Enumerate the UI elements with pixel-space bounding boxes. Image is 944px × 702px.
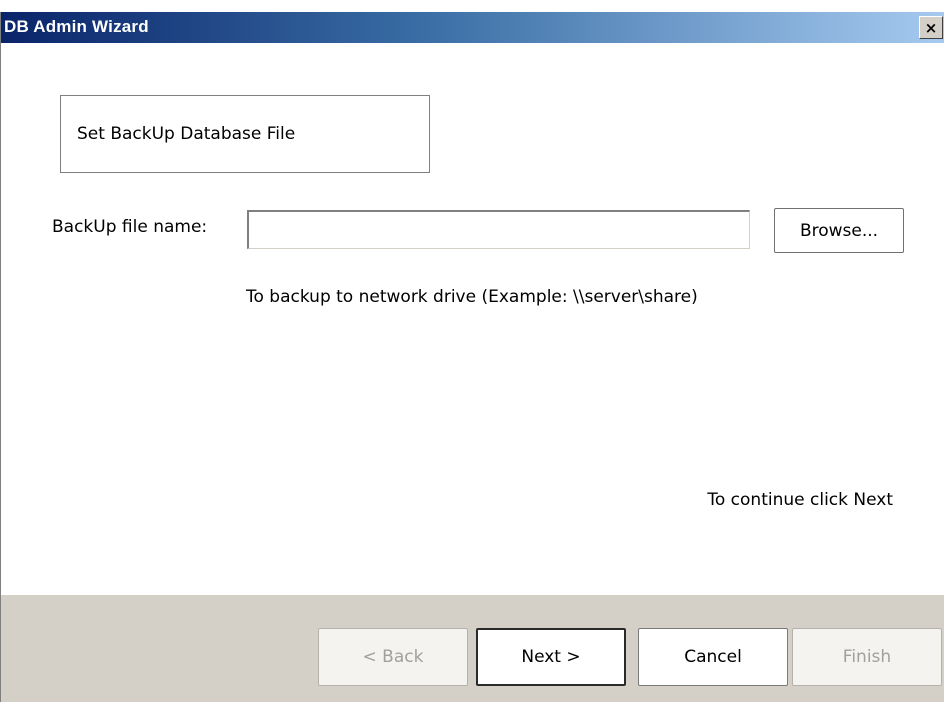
button-bar: < Back Next > Cancel Finish bbox=[1, 595, 944, 702]
window-title: DB Admin Wizard bbox=[4, 17, 149, 36]
browse-button[interactable]: Browse... bbox=[774, 208, 904, 253]
top-strip bbox=[0, 0, 944, 12]
cancel-button[interactable]: Cancel bbox=[638, 628, 788, 686]
wizard-content: Set BackUp Database File BackUp file nam… bbox=[1, 43, 944, 595]
wizard-window: DB Admin Wizard × Set BackUp Database Fi… bbox=[0, 12, 944, 702]
continue-instruction: To continue click Next bbox=[707, 490, 893, 510]
network-drive-hint: To backup to network drive (Example: \\s… bbox=[246, 287, 698, 307]
close-icon: × bbox=[924, 18, 938, 37]
backup-file-input[interactable] bbox=[247, 210, 750, 249]
finish-button[interactable]: Finish bbox=[792, 628, 942, 686]
title-bar[interactable]: DB Admin Wizard × bbox=[1, 12, 944, 43]
step-header-box: Set BackUp Database File bbox=[60, 95, 430, 173]
next-button[interactable]: Next > bbox=[476, 628, 626, 686]
back-button[interactable]: < Back bbox=[318, 628, 468, 686]
step-title: Set BackUp Database File bbox=[77, 124, 296, 144]
backup-file-label: BackUp file name: bbox=[52, 217, 208, 237]
close-button[interactable]: × bbox=[919, 16, 943, 39]
